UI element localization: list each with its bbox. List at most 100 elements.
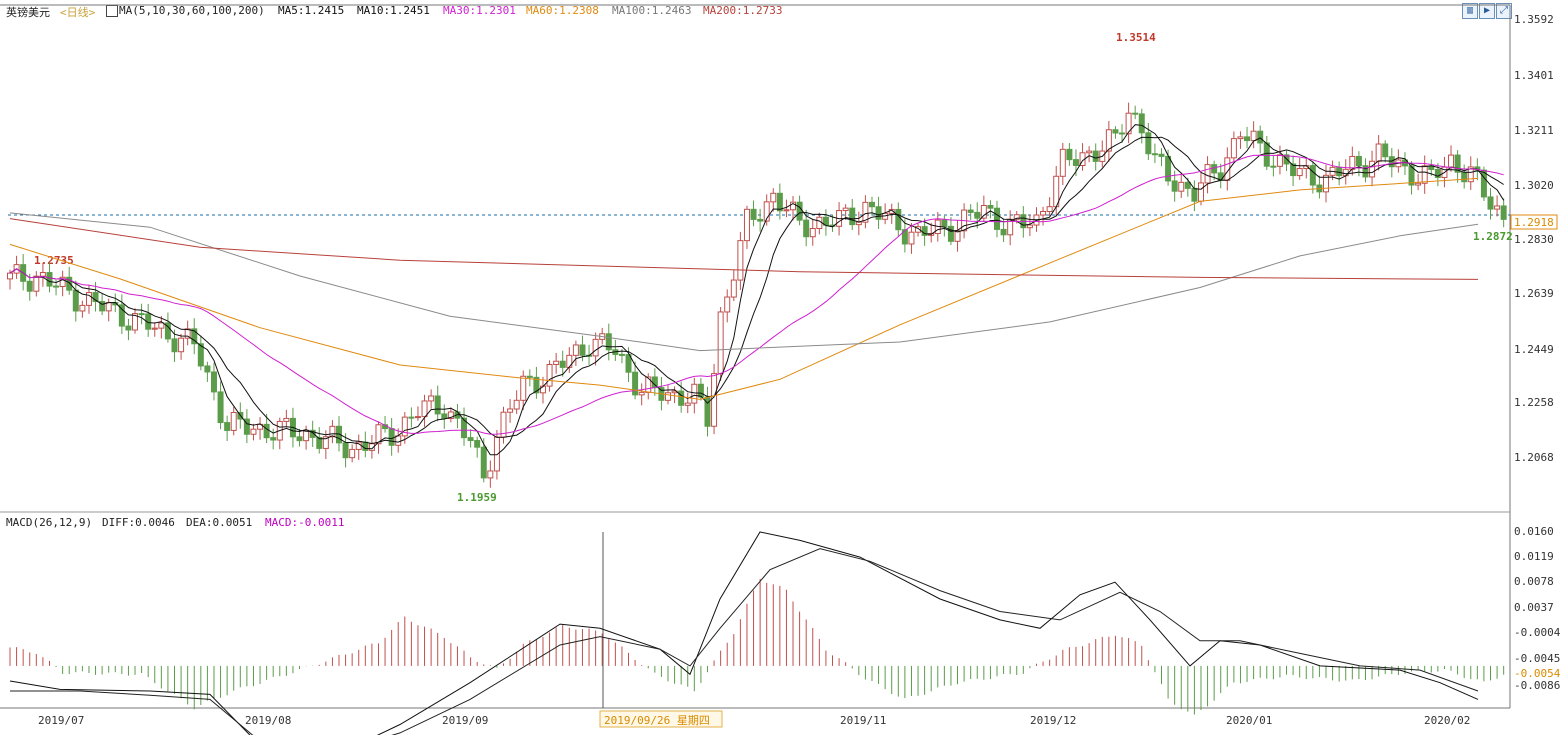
candle-body [1165, 155, 1172, 182]
candle-body [697, 383, 704, 398]
candle-body [1375, 143, 1382, 162]
candle-body [796, 201, 803, 221]
candle-body [329, 425, 336, 438]
candle-body [691, 383, 698, 404]
candle-body [895, 208, 902, 231]
current-price-tag: 1.2918 [1514, 216, 1554, 229]
candle-body [217, 391, 224, 424]
candle-body [1355, 155, 1362, 167]
candle-body [362, 441, 369, 451]
candle-body [46, 272, 53, 287]
candle-body [803, 219, 810, 238]
candle-body [72, 289, 79, 312]
candle-body [1342, 168, 1349, 177]
candle-body [618, 353, 625, 356]
candle-body [7, 272, 13, 280]
candle-body [526, 375, 533, 378]
candle-body [474, 440, 481, 448]
date-axis-label: 2019/08 [245, 714, 291, 727]
candle-body [559, 360, 566, 368]
date-axis-label: 2019/11 [840, 714, 886, 727]
candle-body [566, 354, 573, 368]
candle-body [513, 399, 520, 410]
candle-body [1415, 182, 1422, 186]
candle-body [1151, 153, 1158, 156]
cursor-date-label: 2019/09/26 星期四 [604, 714, 710, 727]
candle-body [757, 218, 764, 222]
candle-body [520, 375, 527, 401]
candle-body [711, 373, 718, 427]
candle-body [908, 231, 915, 245]
candle-body [1500, 205, 1507, 220]
macd-axis-tick: -0.0086 [1514, 679, 1560, 692]
candle-body [210, 371, 217, 393]
candle-body [1309, 165, 1316, 186]
candle-body [263, 423, 270, 439]
candle-body [1171, 180, 1178, 192]
candle-body [1138, 113, 1145, 134]
candle-body [1059, 148, 1066, 177]
candle-body [1112, 129, 1119, 134]
price-axis-tick: 1.2639 [1514, 287, 1554, 300]
candle-body [743, 208, 750, 242]
candle-body [1237, 136, 1244, 140]
candle-body [1296, 168, 1303, 177]
candle-body [1250, 130, 1257, 142]
high-annotation: 1.3514 [1116, 31, 1156, 44]
candle-body [421, 400, 428, 418]
candle-body [1369, 160, 1376, 178]
candle-body [665, 392, 671, 401]
candle-body [270, 437, 277, 441]
price-axis-tick: 1.2830 [1514, 233, 1554, 246]
candle-body [987, 204, 994, 209]
candle-body [579, 344, 586, 356]
candle-body [553, 360, 560, 365]
candle-body [974, 211, 981, 219]
macd-axis-tick: 0.0037 [1514, 601, 1554, 614]
candle-body [855, 221, 862, 226]
macd-dea-line [10, 548, 1479, 735]
date-axis-label: 2019/07 [38, 714, 84, 727]
candle-body [250, 428, 257, 435]
candle-body [39, 272, 46, 277]
candle-body [204, 365, 211, 373]
candle-body [1382, 143, 1389, 158]
candle-body [283, 417, 290, 422]
candle-body [487, 470, 494, 479]
candle-body [1158, 153, 1165, 157]
candle-body [1480, 169, 1487, 198]
price-axis-tick: 1.3401 [1514, 69, 1554, 82]
date-axis-label: 2020/01 [1226, 714, 1272, 727]
candle-body [296, 436, 303, 442]
candle-body [434, 395, 441, 415]
price-axis-tick: 1.3211 [1514, 124, 1554, 137]
date-axis-label: 2019/12 [1030, 714, 1076, 727]
candle-body [33, 275, 40, 292]
candle-body [441, 413, 448, 420]
candle-body [1448, 154, 1455, 168]
macd-axis-tick: -0.0045 [1514, 652, 1560, 665]
macd-axis-tick: 0.0160 [1514, 525, 1554, 538]
candle-body [1494, 205, 1501, 210]
price-axis-tick: 1.3020 [1514, 179, 1554, 192]
candle-body [717, 311, 724, 375]
candle-body [507, 408, 514, 413]
candle-body [1072, 159, 1079, 166]
candle-body [592, 338, 599, 357]
candle-body [1184, 181, 1191, 189]
candle-body [546, 363, 553, 387]
candle-body [480, 446, 487, 479]
candle-body [783, 209, 790, 212]
candle-body [1336, 166, 1343, 177]
candle-body [53, 285, 60, 288]
candle-body [730, 279, 737, 298]
candle-body [414, 416, 421, 419]
candle-body [849, 207, 856, 226]
candle-body [1191, 187, 1198, 202]
candle-body [1132, 112, 1139, 115]
candle-body [632, 371, 639, 396]
candle-body [1197, 182, 1204, 202]
candle-body [125, 325, 132, 331]
price-chart[interactable]: 1.2918 1.3592 1.3401 1.3211 1.3020 1.283… [0, 0, 1567, 735]
price-axis-tick: 1.2068 [1514, 451, 1554, 464]
